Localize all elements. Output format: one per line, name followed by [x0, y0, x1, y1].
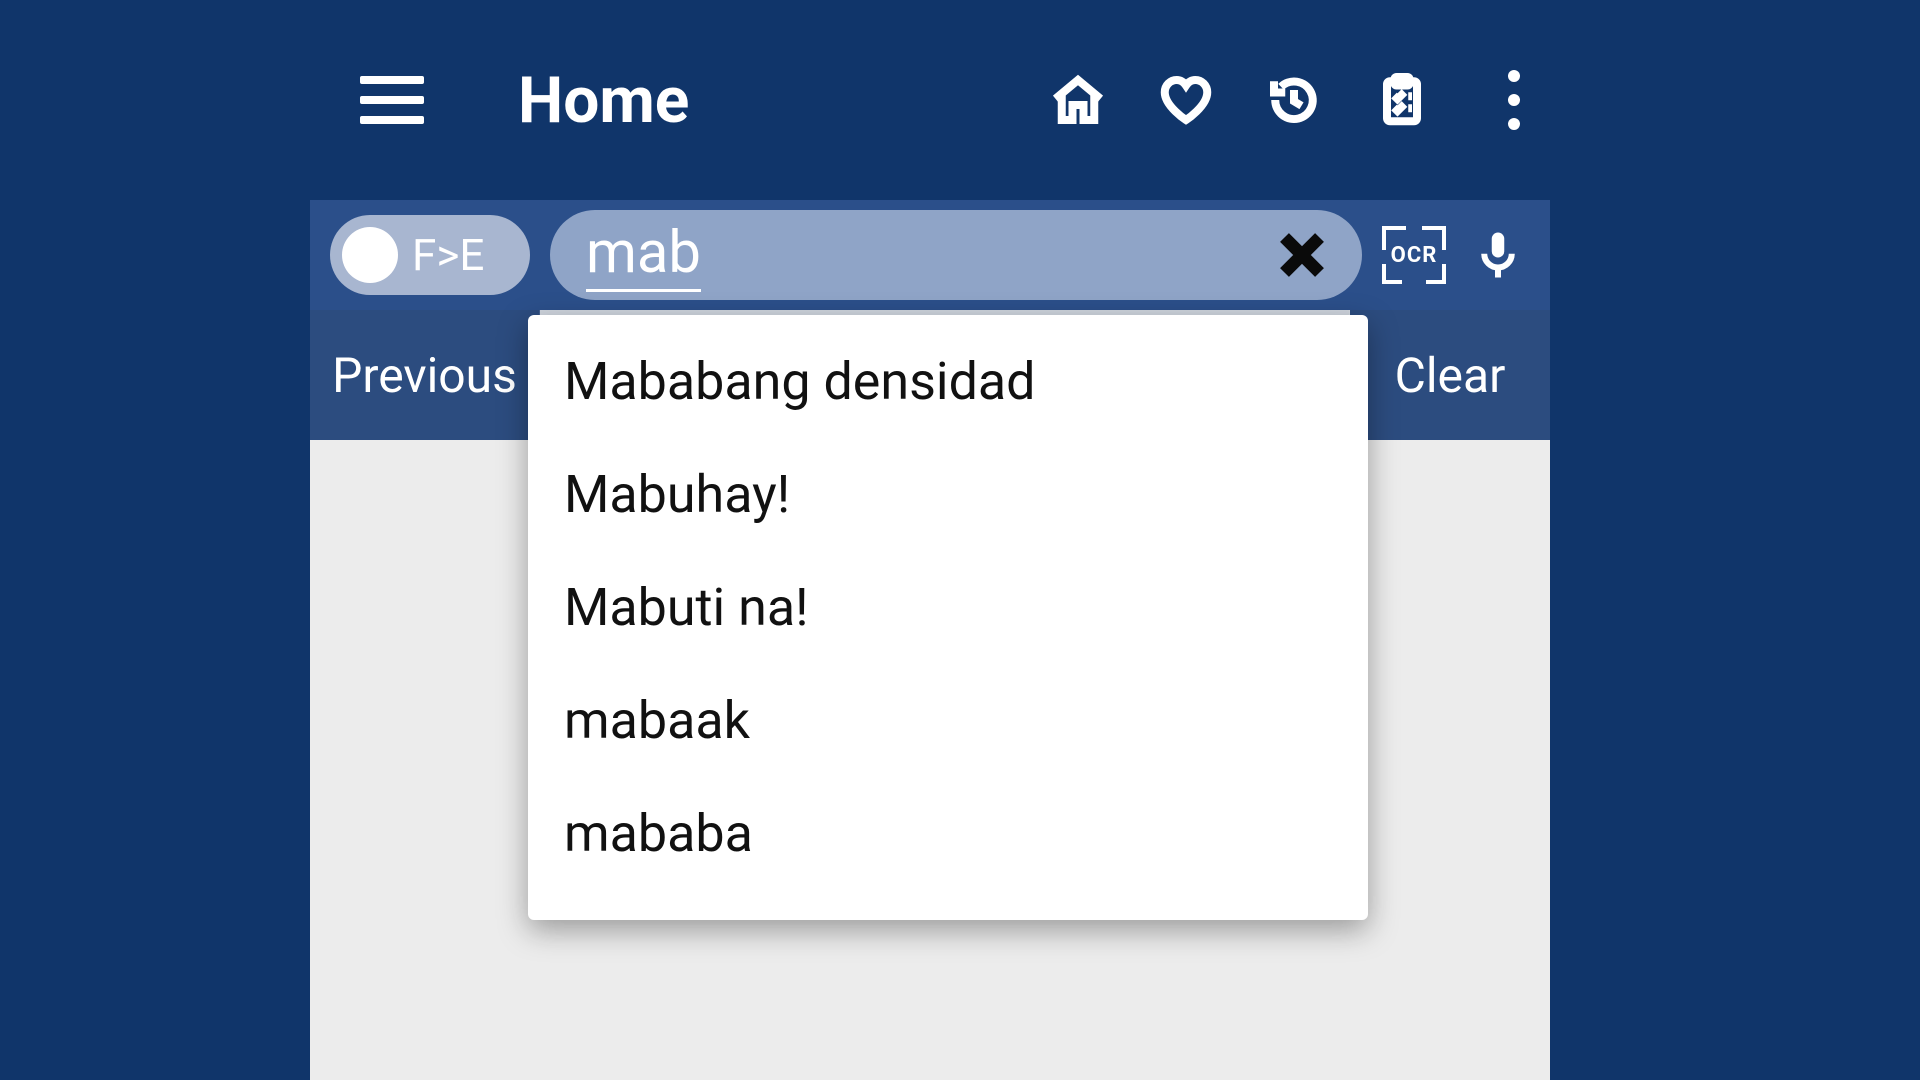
home-icon[interactable] [1046, 68, 1110, 132]
ocr-icon[interactable]: OCR [1382, 223, 1446, 287]
toggle-knob [342, 227, 398, 283]
clear-button[interactable]: Clear [1350, 310, 1550, 440]
search-input-text: mab [586, 219, 701, 292]
app-screen: Home F>E mab [310, 0, 1550, 1080]
clipboard-icon[interactable] [1370, 68, 1434, 132]
more-vertical-icon[interactable] [1508, 70, 1520, 130]
page-title: Home [518, 63, 689, 138]
history-icon[interactable] [1262, 68, 1326, 132]
language-direction-toggle[interactable]: F>E [330, 215, 530, 295]
suggestion-item[interactable]: Mabuti na! [528, 551, 1368, 664]
appbar: Home [310, 0, 1550, 200]
suggestion-item[interactable]: Mababang densidad [528, 325, 1368, 438]
toggle-label: F>E [412, 229, 484, 281]
suggestion-item[interactable]: mababa [528, 777, 1368, 890]
appbar-actions [1046, 68, 1520, 132]
clear-input-icon[interactable] [1270, 223, 1334, 287]
search-input[interactable]: mab [550, 210, 1362, 300]
suggestion-item[interactable]: Mabuhay! [528, 438, 1368, 551]
suggestion-item[interactable]: mabaak [528, 664, 1368, 777]
hamburger-menu-icon[interactable] [360, 65, 430, 135]
search-suggestions-dropdown: Mababang densidad Mabuhay! Mabuti na! ma… [528, 315, 1368, 920]
heart-icon[interactable] [1154, 68, 1218, 132]
previous-button[interactable]: Previous [310, 310, 540, 440]
search-bar: F>E mab OCR [310, 200, 1550, 310]
microphone-icon[interactable] [1466, 223, 1530, 287]
